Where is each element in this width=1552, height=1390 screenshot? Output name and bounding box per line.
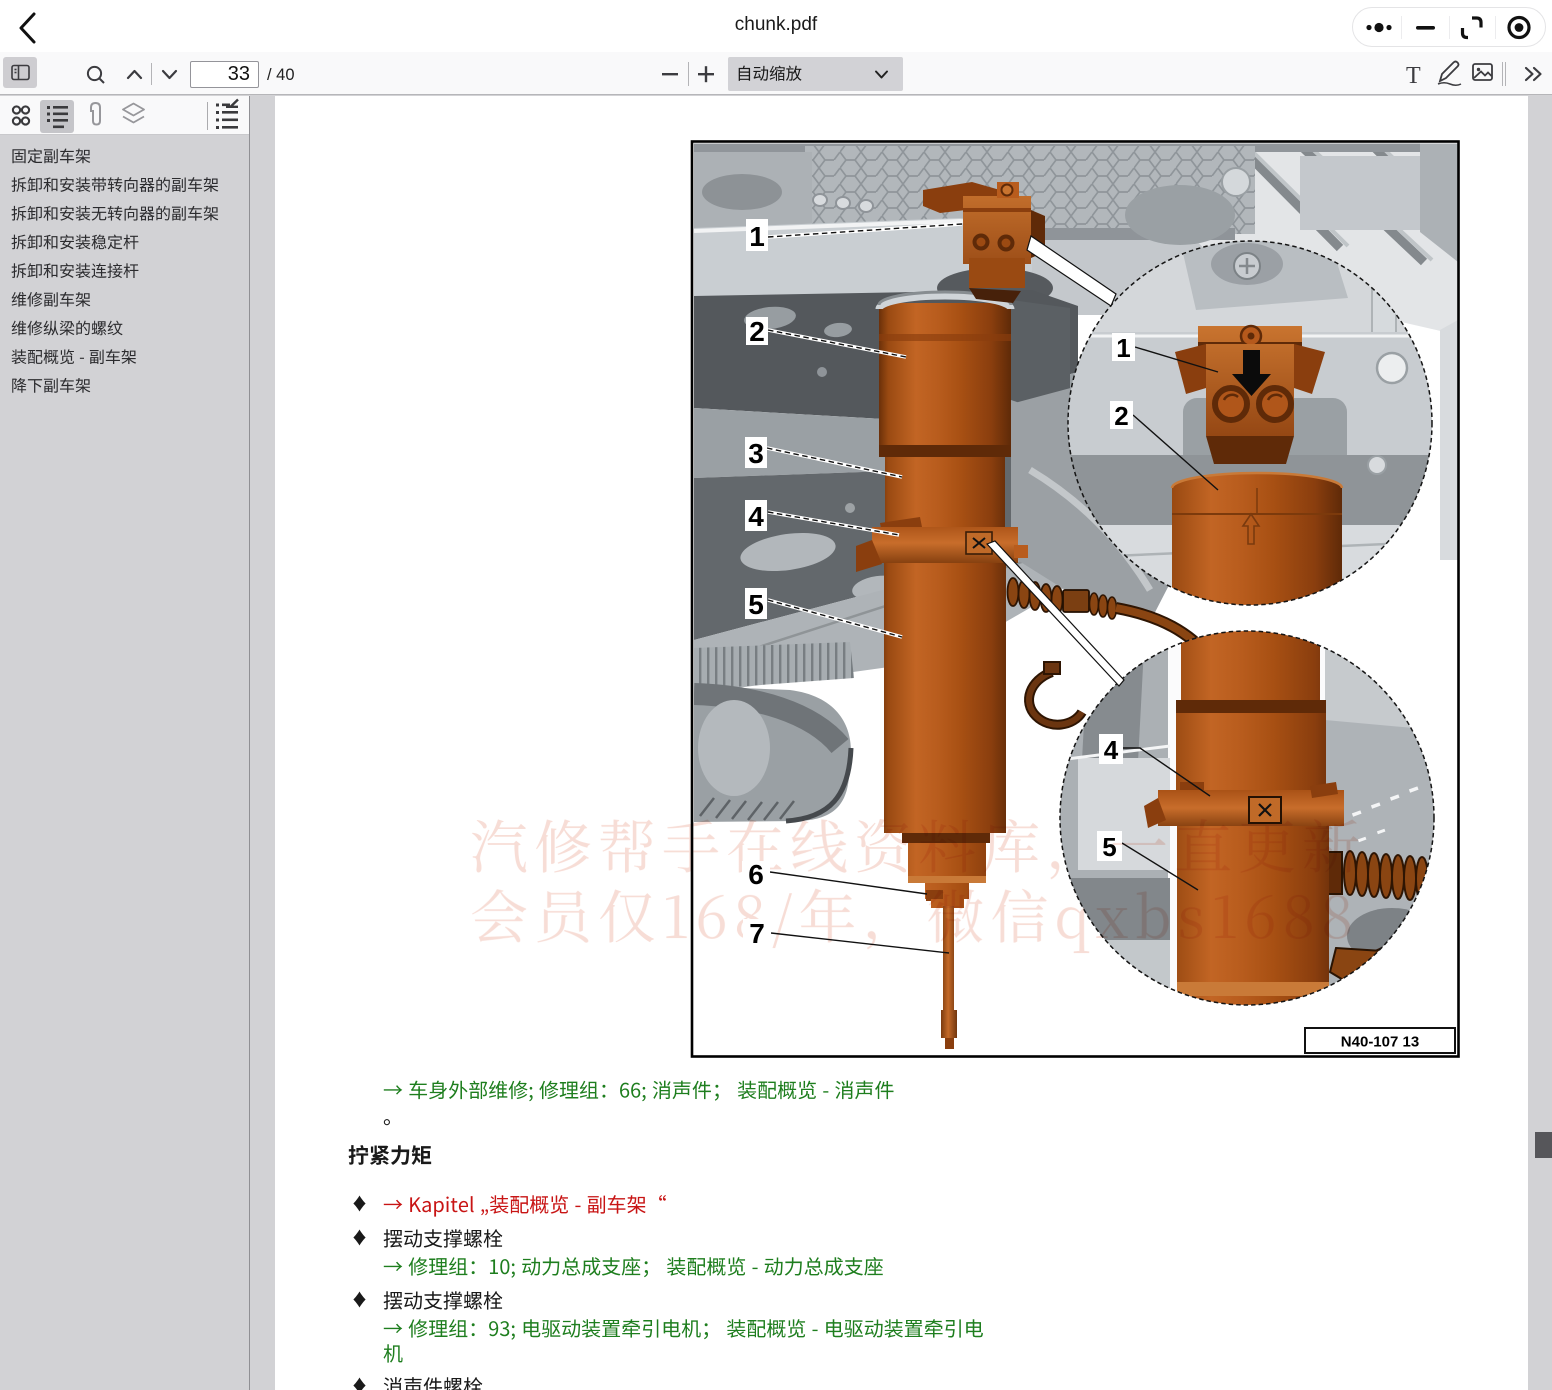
- svg-text:T: T: [1406, 63, 1421, 89]
- svg-text:5: 5: [748, 589, 764, 620]
- svg-text:1: 1: [749, 221, 765, 252]
- svg-text:4: 4: [1104, 735, 1119, 765]
- svg-text:6: 6: [748, 859, 764, 890]
- svg-text:N40-107 13: N40-107 13: [1341, 1034, 1419, 1051]
- svg-text:7: 7: [749, 918, 765, 949]
- svg-text:2: 2: [1114, 401, 1128, 431]
- svg-text:3: 3: [748, 438, 764, 469]
- svg-text:1: 1: [1116, 333, 1130, 363]
- svg-text:5: 5: [1102, 832, 1116, 862]
- svg-text:4: 4: [748, 501, 764, 532]
- svg-text:2: 2: [749, 316, 765, 347]
